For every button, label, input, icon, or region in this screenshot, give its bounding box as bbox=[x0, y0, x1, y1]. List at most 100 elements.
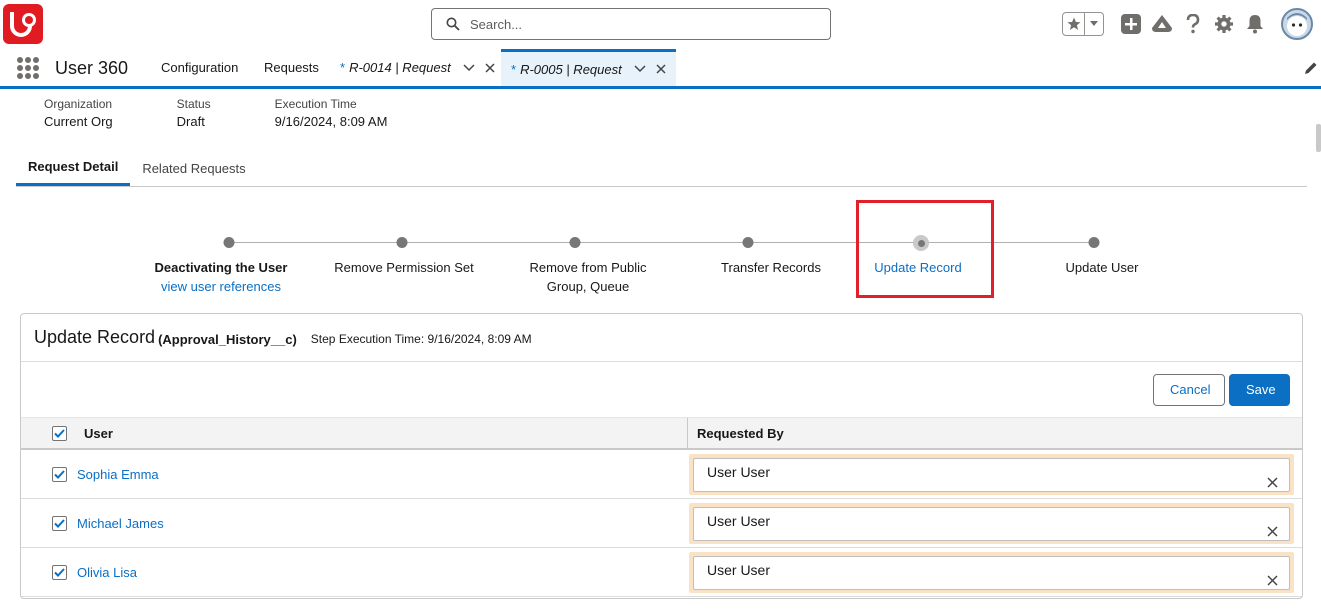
nav-tab-label: R-0014 | Request bbox=[349, 60, 451, 75]
request-progress-path: Deactivating the User view user referenc… bbox=[0, 228, 1321, 308]
card-object-name: (Approval_History__c) bbox=[158, 331, 297, 347]
step-remove-public-group[interactable]: Remove from Public Group, Queue bbox=[513, 258, 663, 296]
annotation-highlight-box bbox=[856, 200, 994, 298]
app-name: User 360 bbox=[55, 58, 129, 78]
global-header bbox=[0, 0, 1321, 49]
search-input[interactable] bbox=[470, 16, 810, 32]
lookup-value: User User bbox=[707, 463, 771, 480]
row-checkbox[interactable] bbox=[52, 515, 67, 531]
global-search[interactable] bbox=[431, 8, 831, 40]
requested-by-lookup[interactable]: User User bbox=[693, 506, 1290, 541]
global-actions-plus-icon[interactable] bbox=[1120, 13, 1142, 35]
unsaved-marker: * bbox=[340, 60, 346, 75]
nav-tab-r-0005[interactable]: * R-0005 | Request bbox=[501, 49, 676, 86]
step-label: Remove from Public bbox=[529, 260, 647, 275]
record-highlights: Organization Current Org Status Draft Ex… bbox=[44, 97, 447, 129]
highlight-execution-time: Execution Time 9/16/2024, 8:09 AM bbox=[275, 97, 388, 129]
logo-mark-icon bbox=[10, 12, 36, 37]
app-logo[interactable] bbox=[3, 4, 43, 44]
field-value: 9/16/2024, 8:09 AM bbox=[274, 114, 388, 129]
column-label: User bbox=[84, 425, 113, 441]
step-dot[interactable] bbox=[1088, 237, 1100, 248]
user-cell: Olivia Lisa bbox=[21, 548, 687, 596]
records-table: User Requested By Sophia Emma User User bbox=[21, 417, 1302, 597]
setup-gear-icon[interactable] bbox=[1213, 13, 1235, 35]
highlight-status: Status Draft bbox=[177, 97, 211, 129]
field-value: Current Org bbox=[44, 114, 113, 129]
user-link[interactable]: Michael James bbox=[77, 516, 164, 531]
row-checkbox[interactable] bbox=[52, 466, 67, 482]
requested-by-cell: User User bbox=[687, 499, 1302, 547]
select-all-checkbox[interactable] bbox=[52, 425, 67, 441]
step-dot[interactable] bbox=[396, 237, 408, 248]
favorites-star-icon[interactable] bbox=[1063, 13, 1085, 35]
lookup-value: User User bbox=[707, 561, 771, 578]
step-dot[interactable] bbox=[569, 237, 581, 248]
avatar-image-icon bbox=[1287, 13, 1307, 36]
search-icon bbox=[446, 16, 462, 32]
user-avatar[interactable] bbox=[1281, 8, 1313, 40]
step-label-line2: Group, Queue bbox=[546, 279, 630, 294]
card-header: Update Record (Approval_History__c) Step… bbox=[21, 314, 1302, 362]
table-header-row: User Requested By bbox=[21, 417, 1302, 450]
notifications-bell-icon[interactable] bbox=[1244, 13, 1266, 35]
user-link[interactable]: Sophia Emma bbox=[77, 467, 159, 482]
requested-by-cell: User User bbox=[687, 548, 1302, 596]
step-execution-time: Step Execution Time: 9/16/2024, 8:09 AM bbox=[310, 331, 532, 346]
row-checkbox[interactable] bbox=[52, 564, 67, 580]
lookup-value: User User bbox=[707, 512, 771, 529]
help-icon[interactable] bbox=[1182, 13, 1204, 35]
user-link[interactable]: Olivia Lisa bbox=[77, 565, 137, 580]
clear-icon[interactable] bbox=[1265, 476, 1279, 490]
step-remove-permission-set[interactable]: Remove Permission Set bbox=[319, 258, 489, 277]
page-scrollbar[interactable] bbox=[1316, 124, 1321, 152]
field-label: Organization bbox=[44, 97, 113, 111]
table-row: Sophia Emma User User bbox=[21, 450, 1302, 499]
close-icon[interactable] bbox=[656, 64, 666, 74]
requested-by-lookup[interactable]: User User bbox=[693, 457, 1290, 492]
record-tabs: Request Detail Related Requests bbox=[16, 150, 1307, 187]
card-title: Update Record bbox=[34, 327, 156, 347]
column-header-user: User bbox=[21, 418, 688, 448]
table-row: Olivia Lisa User User bbox=[21, 548, 1302, 597]
step-deactivating-user[interactable]: Deactivating the User view user referenc… bbox=[136, 258, 306, 296]
save-button[interactable]: Save bbox=[1229, 373, 1290, 406]
nav-item-configuration[interactable]: Configuration bbox=[161, 49, 238, 86]
requested-by-lookup[interactable]: User User bbox=[693, 555, 1290, 590]
unsaved-marker: * bbox=[511, 61, 517, 77]
tab-related-requests[interactable]: Related Requests bbox=[130, 150, 257, 186]
column-header-requested-by: Requested By bbox=[697, 425, 784, 441]
highlight-organization: Organization Current Org bbox=[44, 97, 113, 129]
cancel-button[interactable]: Cancel bbox=[1153, 373, 1225, 406]
checkmark-icon bbox=[54, 469, 65, 479]
favorites-dropdown-icon[interactable] bbox=[1085, 13, 1103, 35]
nav-tab-r-0014[interactable]: * R-0014 | Request bbox=[330, 49, 505, 86]
card-actions: Cancel Save bbox=[21, 362, 1302, 417]
step-label: Deactivating the User bbox=[154, 260, 288, 275]
step-dot[interactable] bbox=[742, 237, 754, 248]
lookup-highlight: User User bbox=[689, 502, 1294, 544]
step-dot[interactable] bbox=[223, 237, 235, 248]
clear-icon[interactable] bbox=[1265, 574, 1279, 588]
update-record-card: Update Record (Approval_History__c) Step… bbox=[20, 313, 1303, 599]
field-value: Draft bbox=[176, 114, 205, 129]
app-launcher-icon[interactable] bbox=[17, 57, 39, 79]
clear-icon[interactable] bbox=[1265, 525, 1279, 539]
user-cell: Sophia Emma bbox=[21, 450, 687, 498]
chevron-down-icon[interactable] bbox=[634, 65, 646, 73]
checkmark-icon bbox=[54, 518, 65, 528]
view-user-references-link[interactable]: view user references bbox=[136, 277, 306, 296]
app-nav-bar: User 360 Configuration Requests * R-0014… bbox=[0, 49, 1321, 89]
step-transfer-records[interactable]: Transfer Records bbox=[696, 258, 846, 277]
step-update-user[interactable]: Update User bbox=[1037, 258, 1167, 277]
tab-request-detail[interactable]: Request Detail bbox=[16, 150, 131, 186]
header-utility-icons bbox=[1062, 6, 1313, 42]
edit-nav-pencil-icon[interactable] bbox=[1304, 61, 1318, 78]
trailhead-icon[interactable] bbox=[1151, 13, 1173, 35]
chevron-down-icon[interactable] bbox=[463, 63, 475, 72]
lookup-highlight: User User bbox=[689, 453, 1294, 495]
nav-item-requests[interactable]: Requests bbox=[264, 49, 319, 86]
favorites-group bbox=[1062, 12, 1104, 36]
close-icon[interactable] bbox=[485, 62, 495, 73]
checkmark-icon bbox=[54, 428, 65, 438]
